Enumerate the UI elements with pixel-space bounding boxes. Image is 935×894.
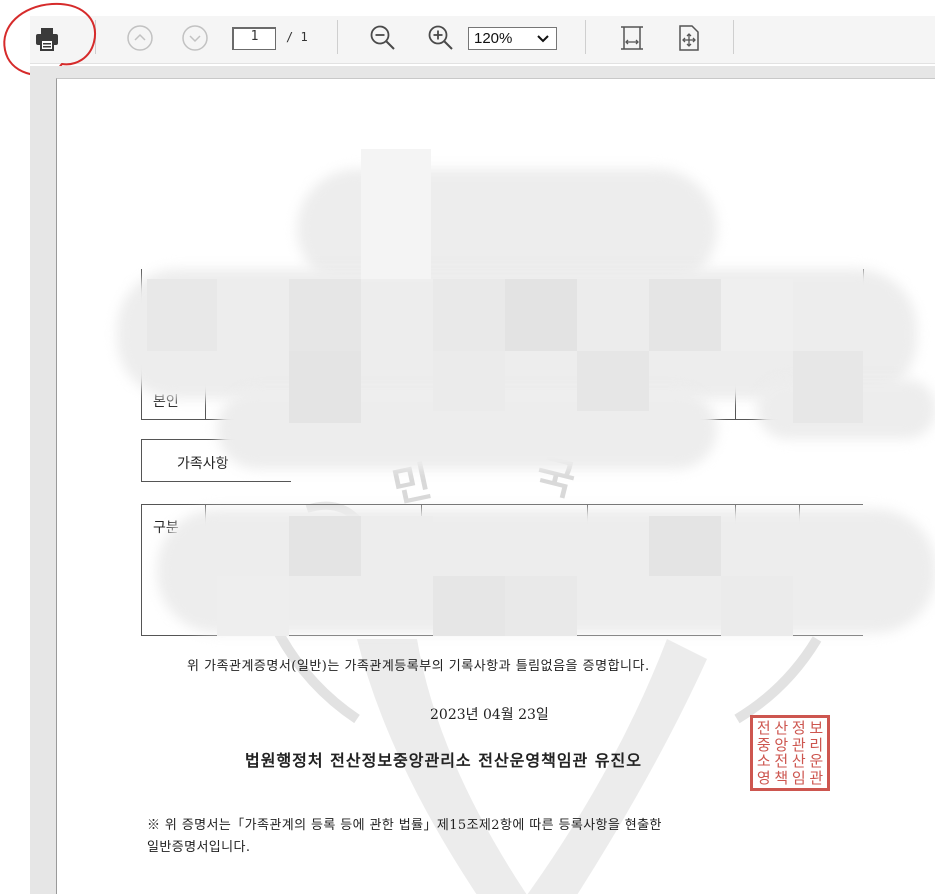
redaction-tile bbox=[289, 279, 361, 351]
seal-char: 앙 bbox=[774, 735, 789, 754]
redaction-tile bbox=[649, 279, 721, 351]
table-border bbox=[141, 504, 142, 636]
official-seal: 전 산 정 보 중 앙 관 리 소 전 산 운 영 책 임 관 bbox=[750, 715, 830, 791]
fit-width-icon bbox=[621, 26, 643, 50]
seal-char: 정 bbox=[791, 719, 806, 737]
printer-icon bbox=[36, 28, 58, 51]
issuer-name: 법원행정처 전산정보중앙관리소 전산운영책임관 유진오 bbox=[245, 751, 642, 770]
seal-char: 임 bbox=[791, 768, 806, 787]
fit-page-icon bbox=[679, 25, 699, 51]
chevron-down-icon bbox=[182, 25, 208, 51]
page-number-input[interactable]: 1 bbox=[232, 27, 276, 50]
certification-statement: 위 가족관계증명서(일반)는 가족관계등록부의 기록사항과 틀림없음을 증명합니… bbox=[187, 659, 650, 674]
seal-char: 영 bbox=[756, 768, 771, 787]
seal-char: 산 bbox=[791, 752, 806, 770]
redaction-tile bbox=[433, 351, 505, 411]
redaction-tile bbox=[505, 576, 577, 636]
redaction-tile bbox=[217, 576, 289, 636]
page-total-label: / 1 bbox=[286, 30, 308, 44]
redaction-tile bbox=[289, 351, 361, 423]
table-border bbox=[141, 504, 863, 505]
redaction-tile bbox=[721, 576, 793, 636]
chevron-down-icon bbox=[537, 35, 549, 43]
zoom-in-button[interactable] bbox=[424, 21, 458, 55]
seal-char: 전 bbox=[774, 752, 789, 770]
seal-char: 운 bbox=[809, 752, 824, 770]
seal-char: 보 bbox=[809, 719, 824, 737]
redaction-tile bbox=[433, 279, 505, 351]
seal-char: 산 bbox=[774, 719, 789, 737]
redaction-tile bbox=[649, 516, 721, 576]
seal-char: 관 bbox=[791, 735, 806, 754]
seal-char: 책 bbox=[774, 768, 789, 787]
section-border bbox=[141, 439, 142, 481]
zoom-out-icon bbox=[370, 25, 395, 50]
redaction-tile bbox=[721, 279, 793, 351]
seal-char: 관 bbox=[809, 768, 824, 787]
document-page: 민 국 본인 가족사항 구분 위 가족관계증명서(일반)는 가족관계등록부의 기… bbox=[56, 78, 935, 894]
redaction-tile bbox=[505, 279, 577, 351]
toolbar-separator bbox=[585, 20, 586, 54]
next-page-button[interactable] bbox=[179, 22, 211, 54]
legal-note-line-1: ※ 위 증명서는「가족관계의 등록 등에 관한 법률」제15조제2항에 따른 등… bbox=[147, 818, 662, 833]
toolbar-separator bbox=[337, 20, 338, 54]
redaction-tile bbox=[217, 279, 289, 351]
redaction-tile bbox=[289, 516, 361, 576]
chevron-up-icon bbox=[127, 25, 153, 51]
print-button[interactable] bbox=[28, 20, 66, 58]
redaction-tile bbox=[577, 351, 649, 411]
toolbar-separator bbox=[95, 20, 96, 54]
redaction-tile bbox=[433, 576, 505, 636]
redaction-tile bbox=[147, 279, 217, 351]
zoom-in-icon bbox=[428, 25, 453, 50]
document-viewer[interactable]: 민 국 본인 가족사항 구분 위 가족관계증명서(일반)는 가족관계등록부의 기… bbox=[30, 66, 935, 894]
pdf-toolbar: 1 / 1 120% bbox=[0, 0, 935, 66]
previous-page-button[interactable] bbox=[124, 22, 156, 54]
section-border bbox=[141, 481, 291, 482]
fit-width-button[interactable] bbox=[615, 21, 649, 55]
seal-char: 전 bbox=[756, 719, 771, 737]
seal-char: 리 bbox=[809, 735, 824, 754]
section-family-label: 가족사항 bbox=[177, 456, 229, 472]
redaction-tile bbox=[361, 149, 431, 279]
seal-char: 중 bbox=[756, 735, 771, 754]
fit-page-button[interactable] bbox=[672, 21, 706, 55]
seal-char: 소 bbox=[756, 752, 771, 770]
redaction-tile bbox=[361, 516, 433, 576]
redaction-tile bbox=[577, 279, 649, 351]
zoom-level-select[interactable]: 120% bbox=[468, 27, 557, 50]
zoom-level-value: 120% bbox=[474, 30, 513, 47]
toolbar-separator bbox=[733, 20, 734, 54]
issue-date: 2023년 04월 23일 bbox=[430, 707, 549, 723]
redaction-tile bbox=[793, 351, 863, 423]
legal-note-line-2: 일반증명서입니다. bbox=[147, 840, 251, 855]
zoom-out-button[interactable] bbox=[366, 21, 400, 55]
